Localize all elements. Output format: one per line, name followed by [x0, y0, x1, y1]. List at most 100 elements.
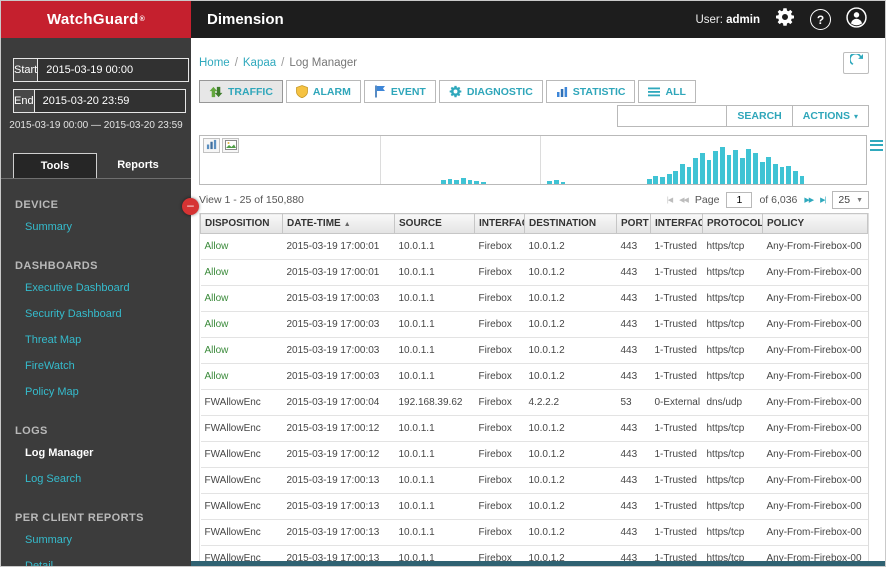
nav-section-per-client-reports: PER CLIENT REPORTS [15, 512, 177, 524]
column-header-source[interactable]: SOURCE [395, 214, 475, 234]
column-header-port[interactable]: PORT [617, 214, 651, 234]
export-menu-button[interactable] [870, 137, 883, 185]
cell-source: 10.0.1.1 [395, 234, 475, 260]
cell-date-time: 2015-03-19 17:00:13 [283, 468, 395, 494]
search-bar: SEARCH ACTIONS ▾ [199, 105, 869, 127]
settings-button[interactable] [775, 7, 795, 32]
table-row[interactable]: Allow2015-03-19 17:00:0310.0.1.1Firebox1… [201, 364, 868, 390]
cell-source: 10.0.1.1 [395, 312, 475, 338]
sidebar-item-summary[interactable]: Summary [1, 527, 191, 553]
end-date-input[interactable] [34, 89, 186, 113]
nav-section-logs: LOGS [15, 425, 177, 437]
cell-port: 53 [617, 390, 651, 416]
cell-port: 443 [617, 416, 651, 442]
sidebar-item-firewatch[interactable]: FireWatch [1, 353, 191, 379]
table-row[interactable]: FWAllowEnc2015-03-19 17:00:1210.0.1.1Fir… [201, 416, 868, 442]
table-row[interactable]: Allow2015-03-19 17:00:0310.0.1.1Firebox1… [201, 338, 868, 364]
cell-port: 443 [617, 468, 651, 494]
start-label: Start [13, 58, 37, 82]
cell-interface: Firebox [475, 312, 525, 338]
breadcrumb-device[interactable]: Kapaa [243, 57, 276, 69]
cell-disposition: FWAllowEnc [201, 390, 283, 416]
last-page-icon[interactable]: ▶| [820, 196, 825, 204]
cell-interface: Firebox [475, 338, 525, 364]
cell-interface: 1-Trusted [651, 234, 703, 260]
tab-alarm[interactable]: ALARM [286, 80, 361, 103]
view-count-text: View 1 - 25 of 150,880 [199, 194, 304, 206]
sidebar-collapse-button[interactable]: – [182, 198, 199, 215]
search-input[interactable] [617, 105, 727, 127]
cell-disposition: FWAllowEnc [201, 468, 283, 494]
tab-diagnostic[interactable]: DIAGNOSTIC [439, 80, 543, 103]
account-icon [846, 7, 867, 33]
cell-source: 10.0.1.1 [395, 416, 475, 442]
cell-date-time: 2015-03-19 17:00:01 [283, 260, 395, 286]
horizontal-scrollbar[interactable] [191, 561, 885, 566]
column-header-policy[interactable]: POLICY [763, 214, 868, 234]
tab-traffic[interactable]: TRAFFIC [199, 80, 283, 103]
cell-destination: 10.0.1.2 [525, 442, 617, 468]
cell-protocol: https/tcp [703, 260, 763, 286]
cell-disposition: FWAllowEnc [201, 416, 283, 442]
sidebar-item-policy-map[interactable]: Policy Map [1, 379, 191, 405]
table-row[interactable]: FWAllowEnc2015-03-19 17:00:1310.0.1.1Fir… [201, 520, 868, 546]
sidebar-tab-tools[interactable]: Tools [13, 153, 97, 178]
actions-dropdown[interactable]: ACTIONS ▾ [793, 105, 869, 127]
table-row[interactable]: FWAllowEnc2015-03-19 17:00:1310.0.1.1Fir… [201, 494, 868, 520]
account-button[interactable] [846, 7, 867, 33]
prev-page-icon[interactable]: ◀◀ [679, 196, 688, 204]
sidebar-item-threat-map[interactable]: Threat Map [1, 327, 191, 353]
next-page-icon[interactable]: ▶▶ [804, 196, 813, 204]
chart-image-button[interactable] [222, 138, 239, 153]
help-icon: ? [817, 13, 824, 27]
sidebar-item-log-search[interactable]: Log Search [1, 466, 191, 492]
breadcrumb-home[interactable]: Home [199, 57, 230, 69]
sidebar-tab-reports[interactable]: Reports [97, 153, 179, 178]
sidebar-item-executive-dashboard[interactable]: Executive Dashboard [1, 275, 191, 301]
column-header-destination[interactable]: DESTINATION [525, 214, 617, 234]
table-row[interactable]: Allow2015-03-19 17:00:0310.0.1.1Firebox1… [201, 312, 868, 338]
page-size-select[interactable]: 25 ▼ [832, 191, 869, 209]
table-row[interactable]: Allow2015-03-19 17:00:0310.0.1.1Firebox1… [201, 286, 868, 312]
sidebar-item-summary[interactable]: Summary [1, 214, 191, 240]
cell-protocol: https/tcp [703, 494, 763, 520]
cell-destination: 10.0.1.2 [525, 234, 617, 260]
help-button[interactable]: ? [810, 9, 831, 30]
cell-date-time: 2015-03-19 17:00:13 [283, 520, 395, 546]
cell-policy: Any-From-Firebox-00 [763, 286, 868, 312]
first-page-icon[interactable]: |◀ [667, 196, 672, 204]
tab-label: ALARM [313, 86, 351, 98]
cell-date-time: 2015-03-19 17:00:04 [283, 390, 395, 416]
start-date-input[interactable] [37, 58, 189, 82]
column-header-interface[interactable]: INTERFACE [651, 214, 703, 234]
table-row[interactable]: FWAllowEnc2015-03-19 17:00:1210.0.1.1Fir… [201, 442, 868, 468]
table-row[interactable]: Allow2015-03-19 17:00:0110.0.1.1Firebox1… [201, 260, 868, 286]
traffic-icon [209, 86, 223, 98]
table-row[interactable]: FWAllowEnc2015-03-19 17:00:04192.168.39.… [201, 390, 868, 416]
cell-destination: 4.2.2.2 [525, 390, 617, 416]
cell-protocol: dns/udp [703, 390, 763, 416]
sidebar-item-log-manager[interactable]: Log Manager [1, 440, 191, 466]
tab-event[interactable]: EVENT [364, 80, 436, 103]
cell-port: 443 [617, 286, 651, 312]
tab-label: STATISTIC [573, 86, 626, 98]
sidebar-item-security-dashboard[interactable]: Security Dashboard [1, 301, 191, 327]
sidebar-item-detail[interactable]: Detail [1, 553, 191, 566]
cell-interface: Firebox [475, 390, 525, 416]
column-header-disposition[interactable]: DISPOSITION [201, 214, 283, 234]
table-row[interactable]: FWAllowEnc2015-03-19 17:00:1310.0.1.1Fir… [201, 468, 868, 494]
search-button[interactable]: SEARCH [727, 105, 792, 127]
column-header-interface[interactable]: INTERFACE [475, 214, 525, 234]
tab-statistic[interactable]: STATISTIC [546, 80, 636, 103]
column-header-date-time[interactable]: DATE-TIME▲ [283, 214, 395, 234]
chart-type-button[interactable] [203, 138, 220, 153]
chart-side-tools [867, 135, 885, 185]
cell-interface: Firebox [475, 286, 525, 312]
cell-protocol: https/tcp [703, 312, 763, 338]
tab-all[interactable]: ALL [638, 80, 695, 103]
breadcrumb-current: Log Manager [289, 57, 357, 69]
table-row[interactable]: Allow2015-03-19 17:00:0110.0.1.1Firebox1… [201, 234, 868, 260]
column-header-protocol[interactable]: PROTOCOL [703, 214, 763, 234]
refresh-button[interactable] [843, 52, 869, 74]
page-number-input[interactable] [726, 192, 752, 208]
